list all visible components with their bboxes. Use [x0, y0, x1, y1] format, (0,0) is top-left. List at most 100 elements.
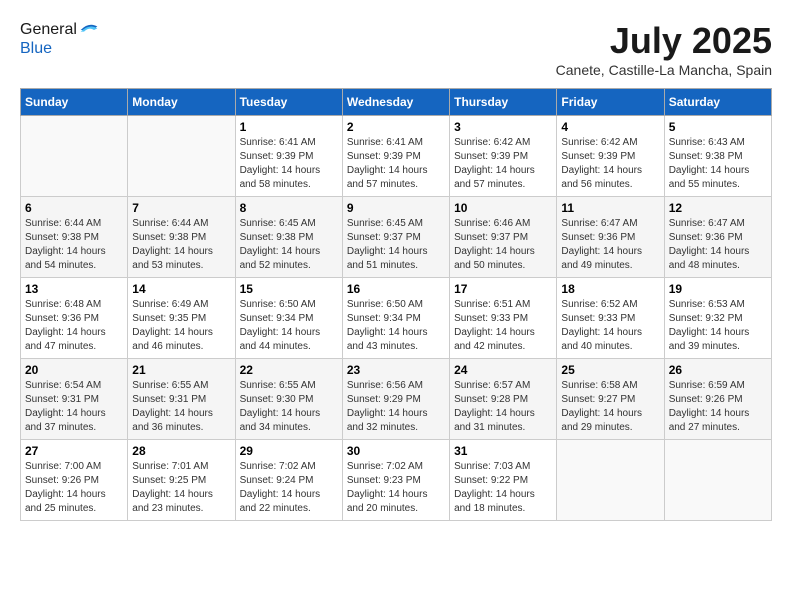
day-number: 19 — [669, 282, 767, 296]
day-details: Sunrise: 6:53 AMSunset: 9:32 PMDaylight:… — [669, 298, 767, 354]
calendar-table: SundayMondayTuesdayWednesdayThursdayFrid… — [20, 88, 772, 521]
weekday-header-friday: Friday — [557, 89, 664, 116]
calendar-cell: 29 Sunrise: 7:02 AMSunset: 9:24 PMDayligh… — [235, 440, 342, 521]
day-number: 24 — [454, 363, 552, 377]
calendar-cell: 25 Sunrise: 6:58 AMSunset: 9:27 PMDayligh… — [557, 359, 664, 440]
day-number: 8 — [240, 201, 338, 215]
day-details: Sunrise: 6:48 AMSunset: 9:36 PMDaylight:… — [25, 298, 123, 354]
day-details: Sunrise: 6:50 AMSunset: 9:34 PMDaylight:… — [240, 298, 338, 354]
calendar-cell: 30 Sunrise: 7:02 AMSunset: 9:23 PMDayligh… — [342, 440, 449, 521]
calendar-cell: 6 Sunrise: 6:44 AMSunset: 9:38 PMDaylight… — [21, 197, 128, 278]
calendar-cell — [128, 116, 235, 197]
day-details: Sunrise: 7:02 AMSunset: 9:24 PMDaylight:… — [240, 460, 338, 516]
day-number: 4 — [561, 120, 659, 134]
day-details: Sunrise: 7:02 AMSunset: 9:23 PMDaylight:… — [347, 460, 445, 516]
calendar-cell: 24 Sunrise: 6:57 AMSunset: 9:28 PMDayligh… — [450, 359, 557, 440]
day-details: Sunrise: 6:47 AMSunset: 9:36 PMDaylight:… — [669, 217, 767, 273]
day-details: Sunrise: 6:59 AMSunset: 9:26 PMDaylight:… — [669, 379, 767, 435]
weekday-header-monday: Monday — [128, 89, 235, 116]
calendar-cell: 7 Sunrise: 6:44 AMSunset: 9:38 PMDaylight… — [128, 197, 235, 278]
calendar-cell: 27Sunrise: 7:00 AMSunset: 9:26 PMDayligh… — [21, 440, 128, 521]
day-details: Sunrise: 7:01 AMSunset: 9:25 PMDaylight:… — [132, 460, 230, 516]
day-details: Sunrise: 6:46 AMSunset: 9:37 PMDaylight:… — [454, 217, 552, 273]
calendar-cell: 4 Sunrise: 6:42 AMSunset: 9:39 PMDaylight… — [557, 116, 664, 197]
calendar-cell: 20 Sunrise: 6:54 AMSunset: 9:31 PMDayligh… — [21, 359, 128, 440]
day-details: Sunrise: 6:57 AMSunset: 9:28 PMDaylight:… — [454, 379, 552, 435]
day-number: 12 — [669, 201, 767, 215]
day-details: Sunrise: 6:42 AMSunset: 9:39 PMDaylight:… — [561, 136, 659, 192]
calendar-cell: 23 Sunrise: 6:56 AMSunset: 9:29 PMDayligh… — [342, 359, 449, 440]
day-number: 28 — [132, 444, 230, 458]
day-number: 20 — [25, 363, 123, 377]
day-details: Sunrise: 6:41 AMSunset: 9:39 PMDaylight:… — [240, 136, 338, 192]
day-details: Sunrise: 6:54 AMSunset: 9:31 PMDaylight:… — [25, 379, 123, 435]
day-number: 30 — [347, 444, 445, 458]
calendar-cell: 5Sunrise: 6:43 AMSunset: 9:38 PMDaylight… — [664, 116, 771, 197]
day-details: Sunrise: 6:41 AMSunset: 9:39 PMDaylight:… — [347, 136, 445, 192]
day-details: Sunrise: 6:52 AMSunset: 9:33 PMDaylight:… — [561, 298, 659, 354]
calendar-week-row: 13 Sunrise: 6:48 AMSunset: 9:36 PMDayligh… — [21, 278, 772, 359]
calendar-cell: 19 Sunrise: 6:53 AMSunset: 9:32 PMDayligh… — [664, 278, 771, 359]
day-details: Sunrise: 6:45 AMSunset: 9:37 PMDaylight:… — [347, 217, 445, 273]
day-details: Sunrise: 6:47 AMSunset: 9:36 PMDaylight:… — [561, 217, 659, 273]
day-details: Sunrise: 6:45 AMSunset: 9:38 PMDaylight:… — [240, 217, 338, 273]
day-number: 10 — [454, 201, 552, 215]
calendar-cell: 11 Sunrise: 6:47 AMSunset: 9:36 PMDayligh… — [557, 197, 664, 278]
month-year-title: July 2025 — [556, 20, 772, 62]
day-number: 6 — [25, 201, 123, 215]
logo-blue-text: Blue — [20, 40, 99, 58]
day-details: Sunrise: 6:42 AMSunset: 9:39 PMDaylight:… — [454, 136, 552, 192]
day-number: 26 — [669, 363, 767, 377]
weekday-header-wednesday: Wednesday — [342, 89, 449, 116]
calendar-cell: 3 Sunrise: 6:42 AMSunset: 9:39 PMDaylight… — [450, 116, 557, 197]
calendar-week-row: 1Sunrise: 6:41 AMSunset: 9:39 PMDaylight… — [21, 116, 772, 197]
day-details: Sunrise: 6:50 AMSunset: 9:34 PMDaylight:… — [347, 298, 445, 354]
title-block: July 2025 Canete, Castille-La Mancha, Sp… — [556, 20, 772, 78]
calendar-cell: 31 Sunrise: 7:03 AMSunset: 9:22 PMDayligh… — [450, 440, 557, 521]
calendar-week-row: 20 Sunrise: 6:54 AMSunset: 9:31 PMDayligh… — [21, 359, 772, 440]
calendar-cell: 8 Sunrise: 6:45 AMSunset: 9:38 PMDaylight… — [235, 197, 342, 278]
calendar-week-row: 27Sunrise: 7:00 AMSunset: 9:26 PMDayligh… — [21, 440, 772, 521]
day-number: 31 — [454, 444, 552, 458]
day-details: Sunrise: 6:44 AMSunset: 9:38 PMDaylight:… — [25, 217, 123, 273]
calendar-cell: 14 Sunrise: 6:49 AMSunset: 9:35 PMDayligh… — [128, 278, 235, 359]
calendar-cell: 16 Sunrise: 6:50 AMSunset: 9:34 PMDayligh… — [342, 278, 449, 359]
day-number: 22 — [240, 363, 338, 377]
day-number: 5 — [669, 120, 767, 134]
calendar-cell — [664, 440, 771, 521]
day-number: 7 — [132, 201, 230, 215]
weekday-header-sunday: Sunday — [21, 89, 128, 116]
day-number: 18 — [561, 282, 659, 296]
day-number: 9 — [347, 201, 445, 215]
day-number: 16 — [347, 282, 445, 296]
calendar-cell — [21, 116, 128, 197]
day-number: 29 — [240, 444, 338, 458]
day-number: 2 — [347, 120, 445, 134]
day-details: Sunrise: 6:44 AMSunset: 9:38 PMDaylight:… — [132, 217, 230, 273]
calendar-cell: 26 Sunrise: 6:59 AMSunset: 9:26 PMDayligh… — [664, 359, 771, 440]
day-details: Sunrise: 6:49 AMSunset: 9:35 PMDaylight:… — [132, 298, 230, 354]
day-number: 25 — [561, 363, 659, 377]
day-number: 14 — [132, 282, 230, 296]
day-details: Sunrise: 7:03 AMSunset: 9:22 PMDaylight:… — [454, 460, 552, 516]
calendar-cell: 15Sunrise: 6:50 AMSunset: 9:34 PMDayligh… — [235, 278, 342, 359]
weekday-header-row: SundayMondayTuesdayWednesdayThursdayFrid… — [21, 89, 772, 116]
calendar-cell: 21Sunrise: 6:55 AMSunset: 9:31 PMDayligh… — [128, 359, 235, 440]
calendar-cell — [557, 440, 664, 521]
day-number: 13 — [25, 282, 123, 296]
day-details: Sunrise: 6:56 AMSunset: 9:29 PMDaylight:… — [347, 379, 445, 435]
calendar-cell: 28 Sunrise: 7:01 AMSunset: 9:25 PMDayligh… — [128, 440, 235, 521]
day-details: Sunrise: 6:55 AMSunset: 9:30 PMDaylight:… — [240, 379, 338, 435]
weekday-header-thursday: Thursday — [450, 89, 557, 116]
day-details: Sunrise: 6:58 AMSunset: 9:27 PMDaylight:… — [561, 379, 659, 435]
weekday-header-saturday: Saturday — [664, 89, 771, 116]
day-number: 11 — [561, 201, 659, 215]
calendar-cell: 18 Sunrise: 6:52 AMSunset: 9:33 PMDayligh… — [557, 278, 664, 359]
day-number: 3 — [454, 120, 552, 134]
day-number: 23 — [347, 363, 445, 377]
day-number: 27 — [25, 444, 123, 458]
day-number: 17 — [454, 282, 552, 296]
page-header: General Blue July 2025 Canete, Castille-… — [20, 20, 772, 78]
logo: General Blue — [20, 20, 99, 58]
calendar-cell: 10 Sunrise: 6:46 AMSunset: 9:37 PMDayligh… — [450, 197, 557, 278]
